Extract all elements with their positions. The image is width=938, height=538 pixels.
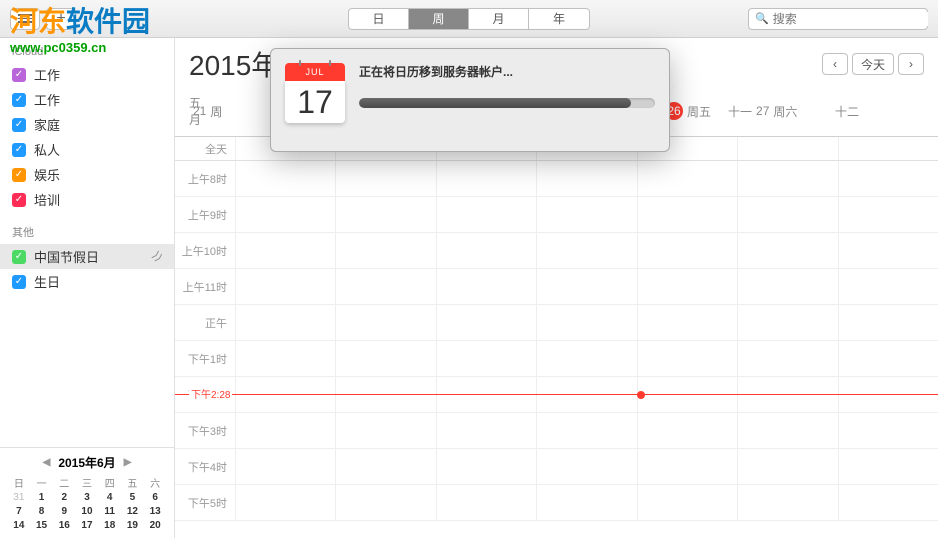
calendar-label: 培训	[34, 190, 60, 209]
time-label: 下午4时	[175, 449, 235, 484]
calendar-label: 娱乐	[34, 165, 60, 184]
time-label: 上午10时	[175, 233, 235, 268]
section-other: 其他	[0, 220, 174, 244]
mini-cal-title: 2015年6月	[58, 454, 115, 471]
time-label: 上午8时	[175, 161, 235, 196]
now-time-label: 下午2:28	[189, 386, 232, 401]
time-grid[interactable]: 全天 上午8时 上午9时 上午10时 上午11时 正午 下午1时 下午2时 下午…	[175, 137, 938, 538]
time-label: 正午	[175, 305, 235, 340]
checkbox-icon[interactable]: ✓	[12, 168, 26, 182]
checkbox-icon[interactable]: ✓	[12, 118, 26, 132]
calendar-label: 工作	[34, 65, 60, 84]
calendar-item[interactable]: ✓ 中国节假日 ⟩⟩	[0, 244, 174, 269]
calendar-item[interactable]: ✓ 私人	[0, 137, 174, 162]
year-title: 2015年	[189, 44, 279, 84]
calendar-item[interactable]: ✓ 生日	[0, 269, 174, 294]
calendar-item[interactable]: ✓ 工作	[0, 87, 174, 112]
calendar-label: 中国节假日	[34, 247, 99, 266]
progress-message: 正在将日历移到服务器帐户...	[359, 63, 655, 80]
today-button[interactable]: 今天	[852, 53, 894, 75]
time-label: 下午5时	[175, 485, 235, 520]
calendar-item[interactable]: ✓ 家庭	[0, 112, 174, 137]
checkbox-icon[interactable]: ✓	[12, 93, 26, 107]
calendar-item[interactable]: ✓ 培训	[0, 187, 174, 212]
now-indicator: 下午2:28	[175, 394, 938, 395]
search-box[interactable]: 🔍	[748, 8, 928, 30]
checkbox-icon[interactable]: ✓	[12, 193, 26, 207]
calendar-label: 家庭	[34, 115, 60, 134]
time-label: 下午3时	[175, 413, 235, 448]
calendar-item[interactable]: ✓ 娱乐	[0, 162, 174, 187]
weekday-col: 十一 27 周六	[724, 94, 831, 128]
sidebar: iCloud ✓ 工作 ✓ 工作 ✓ 家庭 ✓ 私人 ✓ 娱乐 ✓ 培训 其他 ✓ 中国节假日…	[0, 38, 175, 538]
now-dot-icon	[637, 391, 645, 399]
checkbox-icon[interactable]: ✓	[12, 143, 26, 157]
next-week-button[interactable]: ›	[898, 53, 924, 75]
calendar-app-icon: JUL 17	[285, 63, 345, 123]
progress-bar	[359, 98, 655, 108]
weekday-col: 十二	[831, 94, 938, 128]
time-label: 下午1时	[175, 341, 235, 376]
calendar-label: 工作	[34, 90, 60, 109]
mini-cal-next[interactable]: ▶	[124, 457, 132, 468]
search-input[interactable]	[773, 12, 928, 26]
calendar-item[interactable]: ✓ 工作	[0, 62, 174, 87]
allday-label: 全天	[175, 137, 235, 160]
calendar-label: 生日	[34, 272, 60, 291]
section-icloud: iCloud	[0, 42, 174, 62]
checkbox-icon[interactable]: ✓	[12, 275, 26, 289]
progress-dialog: JUL 17 正在将日历移到服务器帐户...	[270, 48, 670, 152]
calendar-label: 私人	[34, 140, 60, 159]
view-segment: 日 周 月 年	[348, 8, 590, 30]
toolbar: + 日 周 月 年 🔍	[0, 0, 938, 38]
time-label: 上午11时	[175, 269, 235, 304]
view-year[interactable]: 年	[529, 9, 589, 29]
view-month[interactable]: 月	[469, 9, 529, 29]
prev-week-button[interactable]: ‹	[822, 53, 848, 75]
rss-icon: ⟩⟩	[150, 249, 165, 264]
mini-cal-prev[interactable]: ◀	[43, 457, 51, 468]
search-icon: 🔍	[755, 12, 769, 25]
view-day[interactable]: 日	[349, 9, 409, 29]
checkbox-icon[interactable]: ✓	[12, 250, 26, 264]
time-label: 上午9时	[175, 197, 235, 232]
checkbox-icon[interactable]: ✓	[12, 68, 26, 82]
mini-cal-grid: 日一二三四五六 31123456 78910111213 14151617181…	[8, 475, 166, 532]
add-event-button[interactable]: +	[46, 8, 76, 30]
view-week[interactable]: 周	[409, 9, 469, 29]
mini-calendar: ◀ 2015年6月 ▶ 日一二三四五六 31123456 78910111213…	[0, 447, 174, 538]
sidebar-toggle-button[interactable]	[10, 8, 40, 30]
